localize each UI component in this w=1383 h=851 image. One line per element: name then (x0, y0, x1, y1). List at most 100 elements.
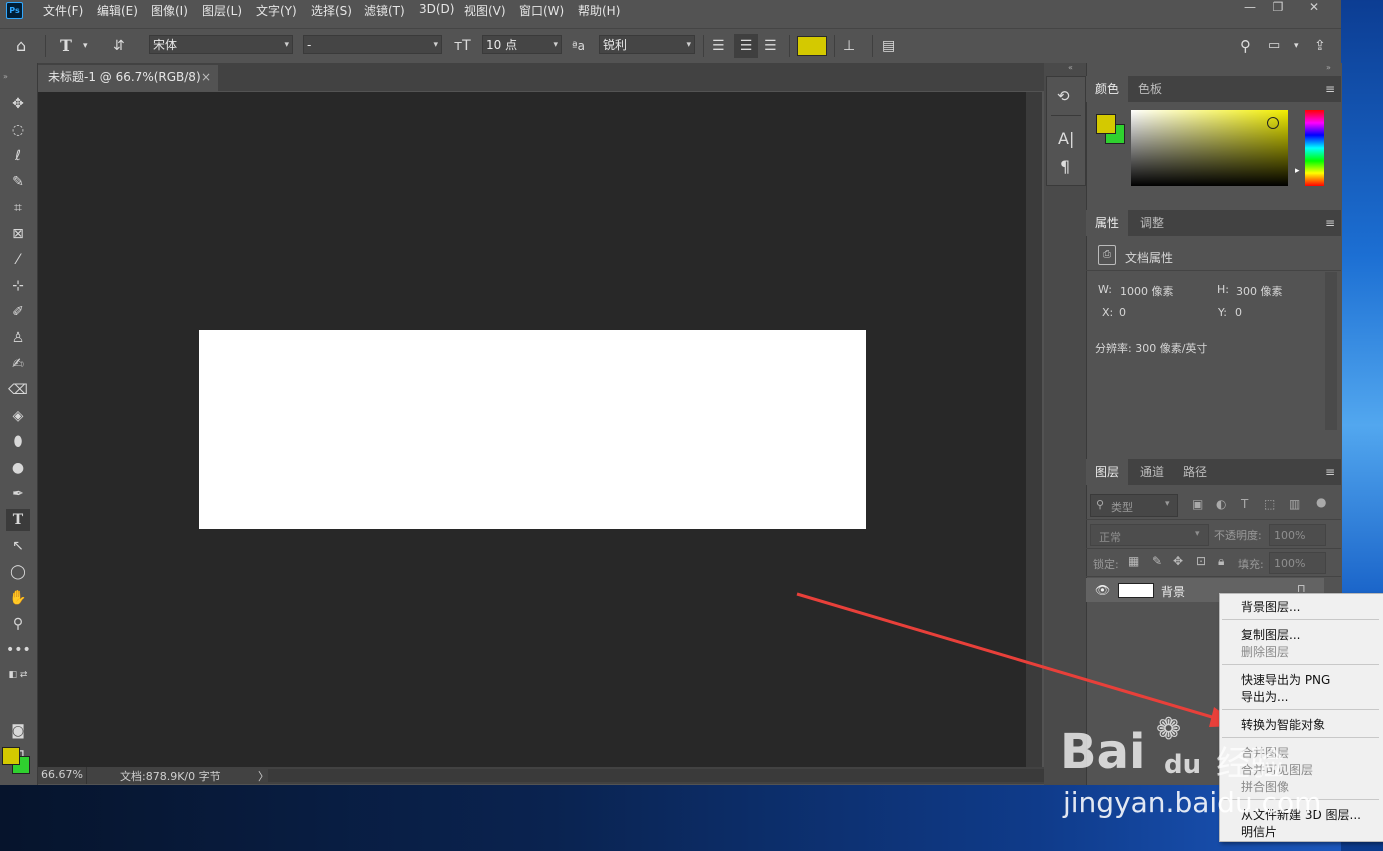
workspace-icon[interactable]: ▭ (1268, 29, 1280, 63)
tab-channels[interactable]: 通道 (1131, 459, 1173, 485)
lock-artboard-icon[interactable]: ⊡ (1196, 554, 1206, 568)
menu-item-postcard[interactable]: 明信片 (1241, 823, 1277, 840)
properties-scrollbar[interactable] (1325, 272, 1337, 430)
horizontal-scrollbar[interactable] (268, 769, 1044, 782)
hue-slider[interactable] (1305, 110, 1324, 186)
toggle-orientation-icon[interactable]: ⇵ (113, 29, 125, 63)
character-panel-icon[interactable]: ▤ (882, 29, 895, 63)
tab-color[interactable]: 颜色 (1086, 76, 1129, 102)
type-tool-preset-icon[interactable]: T (60, 29, 72, 63)
collapse-icon[interactable]: » (3, 66, 27, 88)
paragraph-panel-icon[interactable]: ¶ (1060, 157, 1070, 176)
menu-window[interactable]: 窗口(W) (519, 2, 564, 19)
history-brush-tool-icon[interactable]: ✍ (6, 353, 30, 375)
lock-position-icon[interactable]: ✥ (1173, 554, 1183, 568)
path-select-tool-icon[interactable]: ↖ (6, 535, 30, 557)
restore-icon[interactable]: ❐ (1264, 0, 1292, 16)
color-picker-marker[interactable] (1267, 117, 1279, 129)
blur-tool-icon[interactable]: ⬮ (6, 431, 30, 453)
adjustment-filter-icon[interactable]: ◐ (1216, 497, 1226, 511)
quick-mask-icon[interactable]: ◙ (6, 720, 30, 742)
tab-layers[interactable]: 图层 (1086, 459, 1129, 485)
type-tool-icon[interactable]: T (6, 509, 30, 531)
menu-3d[interactable]: 3D(D) (419, 2, 454, 16)
align-center-icon[interactable]: ☰ (734, 34, 758, 58)
x-value[interactable]: 0 (1119, 306, 1126, 319)
eraser-tool-icon[interactable]: ⌫ (6, 379, 30, 401)
tab-adjustments[interactable]: 调整 (1131, 210, 1173, 236)
fill-input[interactable]: 100% (1269, 552, 1326, 574)
color-field[interactable] (1131, 110, 1288, 186)
align-right-icon[interactable]: ☰ (764, 29, 777, 63)
font-size-select[interactable]: 10 点 ▾ (482, 35, 562, 54)
character-panel-icon[interactable]: A| (1058, 129, 1074, 148)
panel-foreground-swatch[interactable] (1096, 114, 1116, 134)
chevron-down-icon[interactable]: ▾ (83, 29, 88, 63)
shape-filter-icon[interactable]: ⬚ (1264, 497, 1275, 511)
eyedropper-tool-icon[interactable]: ⁄ (6, 249, 30, 271)
height-value[interactable]: 300 像素 (1236, 283, 1283, 299)
history-panel-icon[interactable]: ⟲ (1057, 87, 1070, 105)
frame-tool-icon[interactable]: ⊠ (6, 223, 30, 245)
tab-properties[interactable]: 属性 (1086, 210, 1129, 236)
opacity-input[interactable]: 100% (1269, 524, 1326, 546)
lasso-tool-icon[interactable]: ℓ (6, 145, 30, 167)
crop-tool-icon[interactable]: ⌗ (6, 197, 30, 219)
tab-swatches[interactable]: 色板 (1129, 76, 1171, 102)
warp-text-icon[interactable]: ⊥ (843, 29, 855, 63)
font-family-select[interactable]: 宋体 ▾ (149, 35, 293, 54)
zoom-level[interactable]: 66.67% (41, 768, 83, 781)
more-tools-icon[interactable]: ••• (6, 639, 31, 661)
ellipse-tool-icon[interactable]: ◯ (6, 561, 30, 583)
marquee-tool-icon[interactable]: ◌ (6, 119, 30, 141)
panel-menu-icon[interactable]: ≡ (1325, 465, 1335, 479)
search-icon[interactable]: ⚲ (1240, 29, 1251, 63)
antialias-select[interactable]: 锐利 ▾ (599, 35, 695, 54)
panel-menu-icon[interactable]: ≡ (1325, 216, 1335, 230)
close-window-icon[interactable]: ✕ (1300, 0, 1328, 16)
align-left-icon[interactable]: ☰ (712, 29, 725, 63)
home-icon[interactable]: ⌂ (16, 29, 26, 63)
stamp-tool-icon[interactable]: ♙ (6, 327, 30, 349)
lock-all-icon[interactable]: 🔒︎ (1218, 554, 1224, 569)
lock-transparent-icon[interactable]: ▦ (1128, 554, 1139, 568)
filter-toggle-icon[interactable]: ● (1316, 495, 1326, 509)
menu-item-quick-export-png[interactable]: 快速导出为 PNG (1241, 671, 1330, 688)
smart-object-filter-icon[interactable]: ▥ (1289, 497, 1300, 511)
layer-name[interactable]: 背景 (1161, 583, 1185, 600)
swap-colors-icon[interactable]: ◧ ⇄ (6, 664, 30, 686)
menu-item-duplicate-layer[interactable]: 复制图层... (1241, 626, 1300, 643)
healing-brush-tool-icon[interactable]: ⊹ (6, 275, 30, 297)
tab-paths[interactable]: 路径 (1174, 459, 1216, 485)
menu-edit[interactable]: 编辑(E) (97, 2, 138, 19)
chevron-down-icon[interactable]: ▾ (1294, 29, 1299, 63)
menu-item-export-as[interactable]: 导出为... (1241, 688, 1288, 705)
panel-menu-icon[interactable]: ≡ (1325, 82, 1335, 96)
menu-file[interactable]: 文件(F) (43, 2, 83, 19)
brush-tool-icon[interactable]: ✐ (6, 301, 30, 323)
paint-bucket-tool-icon[interactable]: ◈ (6, 405, 30, 427)
dodge-tool-icon[interactable]: ● (6, 457, 30, 479)
pen-tool-icon[interactable]: ✒ (6, 483, 30, 505)
menu-item-convert-to-smart-object[interactable]: 转换为智能对象 (1241, 716, 1325, 733)
menu-image[interactable]: 图像(I) (151, 2, 188, 19)
collapse-icon[interactable]: « (1068, 63, 1073, 72)
visibility-eye-icon[interactable]: 👁︎ (1095, 583, 1110, 597)
document-tab[interactable]: 未标题-1 @ 66.7%(RGB/8) × (38, 65, 218, 91)
menu-help[interactable]: 帮助(H) (578, 2, 620, 19)
menu-item-background-layer[interactable]: 背景图层... (1241, 598, 1300, 615)
width-value[interactable]: 1000 像素 (1120, 283, 1174, 299)
lock-pixels-icon[interactable]: ✎ (1152, 554, 1162, 568)
blend-mode-select[interactable]: 正常 ▾ (1090, 524, 1209, 546)
y-value[interactable]: 0 (1235, 306, 1242, 319)
share-icon[interactable]: ⇪ (1314, 29, 1326, 63)
foreground-color-swatch[interactable] (2, 747, 20, 765)
minimize-icon[interactable]: — (1236, 0, 1264, 16)
menu-view[interactable]: 视图(V) (464, 2, 506, 19)
menu-layer[interactable]: 图层(L) (202, 2, 242, 19)
collapse-icon[interactable]: » (1326, 63, 1331, 72)
font-style-select[interactable]: - ▾ (303, 35, 442, 54)
pixel-filter-icon[interactable]: ▣ (1192, 497, 1203, 511)
hue-slider-handle[interactable]: ▸ (1295, 166, 1300, 176)
hand-tool-icon[interactable]: ✋ (6, 587, 30, 609)
